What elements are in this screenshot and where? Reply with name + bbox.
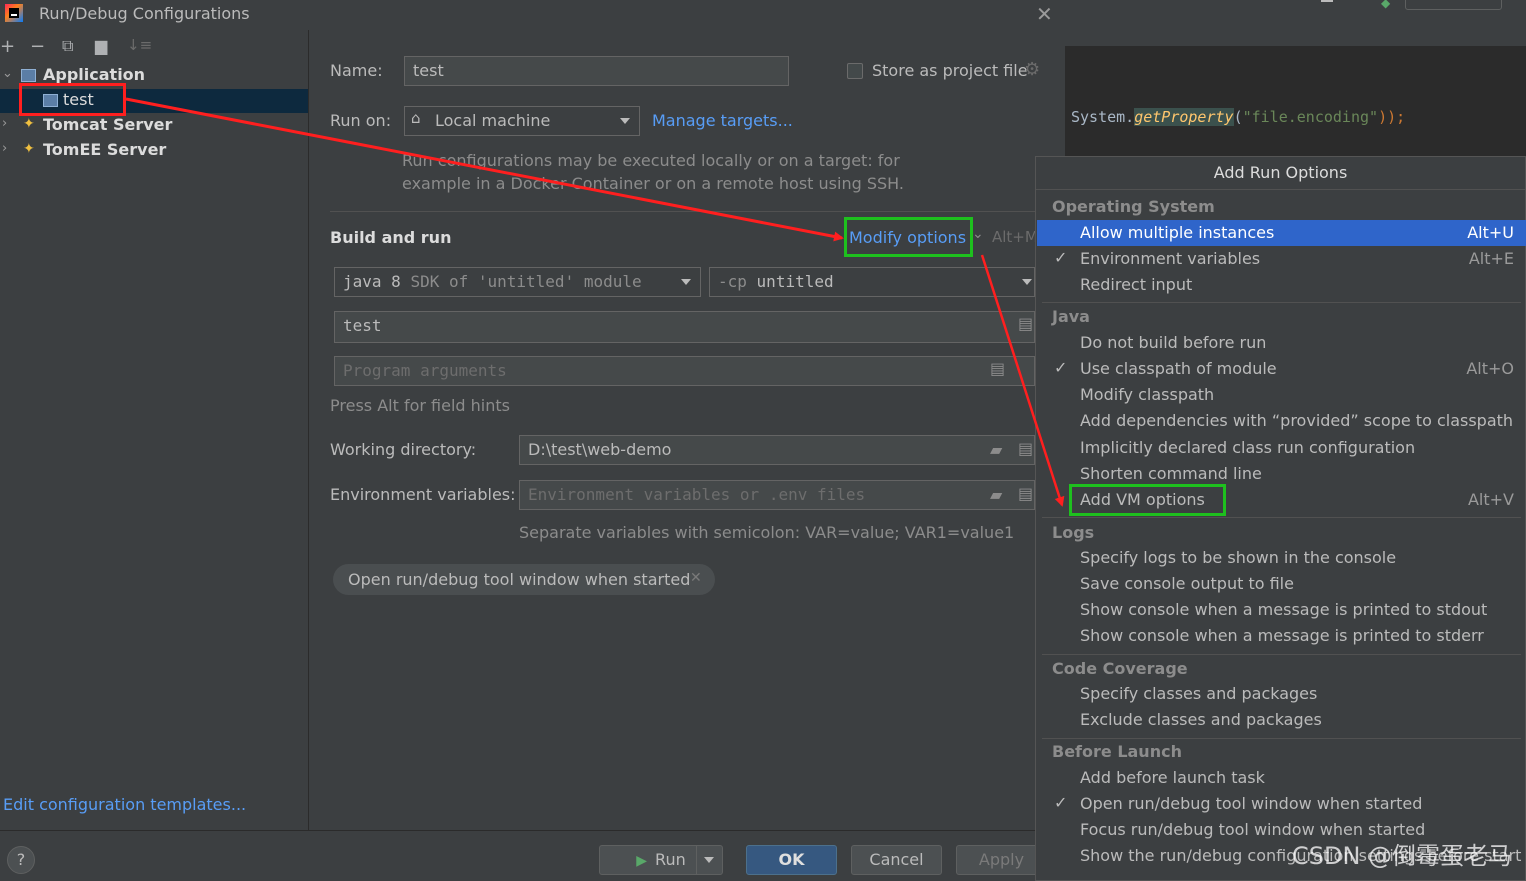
annotation-arrow xyxy=(980,254,1065,507)
annotation-arrows xyxy=(125,97,1065,507)
annotation-arrow xyxy=(125,97,844,242)
watermark: CSDN @倒霉蛋老马 xyxy=(1292,842,1513,870)
